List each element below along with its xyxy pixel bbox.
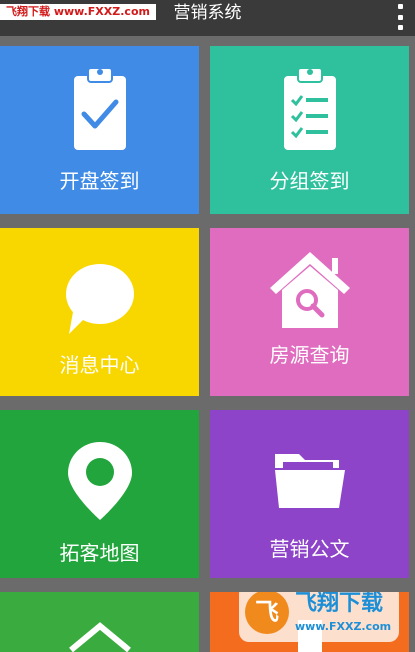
map-pin-icon [67, 442, 132, 520]
clipboard-check-icon [73, 67, 126, 150]
chat-bubble-icon [65, 264, 134, 334]
house-search-icon [269, 252, 350, 328]
app-header: 飞翔下载 www.FXXZ.com 营销系统 [0, 0, 415, 36]
tile-label: 消息中心 [59, 353, 140, 377]
tile-label: 开盘签到 [59, 169, 140, 193]
tile-partial-left[interactable] [0, 592, 199, 652]
tile-client-map[interactable]: 拓客地图 [0, 410, 199, 578]
tile-label: 拓客地图 [59, 541, 140, 565]
tile-label: 房源查询 [269, 343, 350, 367]
tile-property-search[interactable]: 房源查询 [210, 228, 409, 396]
tile-label: 分组签到 [269, 169, 350, 193]
house-icon [68, 622, 131, 652]
overflow-menu-icon[interactable] [393, 4, 407, 30]
tile-group-checkin[interactable]: 分组签到 [210, 46, 409, 214]
clipboard-list-icon [283, 67, 336, 150]
watermark-site: www.FXXZ.com [295, 620, 392, 633]
tile-partial-right[interactable]: 飞 飞翔下载 www.FXXZ.com [210, 592, 409, 652]
tile-marketing-documents[interactable]: 营销公文 [210, 410, 409, 578]
folder-icon [274, 454, 345, 508]
watermark-logo: 飞 [245, 592, 289, 634]
page-title: 营销系统 [173, 3, 242, 23]
tile-message-center[interactable]: 消息中心 [0, 228, 199, 396]
tile-label: 营销公文 [269, 537, 350, 561]
tile-open-checkin[interactable]: 开盘签到 [0, 46, 199, 214]
watermark-badge: 飞 飞翔下载 www.FXXZ.com [239, 592, 399, 642]
watermark-name: 飞翔下载 [295, 592, 384, 616]
